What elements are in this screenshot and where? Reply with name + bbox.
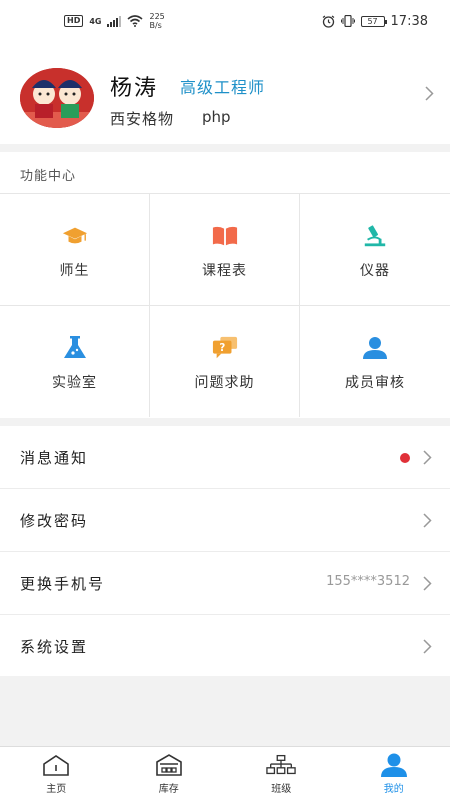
tab-label: 我的	[383, 784, 404, 795]
network-speed: 225 B/s	[149, 12, 164, 30]
status-left: HD 4G 225 B/s	[64, 12, 165, 30]
network-type: 4G	[89, 16, 102, 26]
profile-card[interactable]: 杨涛 高级工程师 西安格物 php	[0, 42, 450, 144]
speed-unit: B/s	[149, 21, 162, 30]
function-label: 实验室	[52, 375, 97, 391]
function-grid: 师生 课程表 仪器 实验室 ? 问题求助 成员审核	[0, 194, 450, 417]
function-help[interactable]: ? 问题求助	[150, 306, 300, 417]
battery-indicator: 57	[360, 15, 387, 27]
menu-label: 修改密码	[20, 511, 89, 530]
svg-text:?: ?	[219, 343, 225, 354]
menu-change-phone[interactable]: 更换手机号 155****3512	[0, 552, 450, 615]
function-label: 仪器	[360, 263, 390, 279]
chevron-right-icon	[423, 576, 432, 591]
user-dept: php	[202, 108, 231, 126]
function-laboratory[interactable]: 实验室	[0, 306, 150, 417]
chevron-right-icon	[423, 513, 432, 528]
function-instruments[interactable]: 仪器	[300, 194, 450, 306]
microscope-icon	[362, 224, 388, 248]
status-right: 57 17:38	[322, 14, 428, 29]
speed-value: 225	[149, 12, 165, 21]
function-center-title: 功能中心	[0, 152, 450, 194]
org-chart-icon	[266, 752, 296, 778]
cell-signal-icon	[107, 15, 122, 27]
vibrate-icon	[340, 15, 355, 27]
flask-icon	[62, 336, 88, 360]
clock: 17:38	[390, 13, 428, 29]
wifi-icon	[127, 15, 144, 27]
menu-messages[interactable]: 消息通知	[0, 426, 450, 489]
function-label: 问题求助	[194, 375, 255, 391]
user-name: 杨涛	[110, 76, 159, 101]
help-chat-icon: ?	[212, 336, 238, 360]
settings-menu: 消息通知 修改密码 更换手机号 155****3512 系统设置	[0, 426, 450, 676]
menu-system-settings[interactable]: 系统设置	[0, 615, 450, 678]
open-book-icon	[212, 224, 238, 248]
user-title: 高级工程师	[180, 78, 266, 97]
home-icon	[41, 752, 71, 778]
chevron-right-icon	[423, 450, 432, 465]
tab-label: 班级	[271, 784, 292, 795]
menu-change-password[interactable]: 修改密码	[0, 489, 450, 552]
tab-home[interactable]: 主页	[0, 747, 113, 800]
function-member-review[interactable]: 成员审核	[300, 306, 450, 417]
function-center: 功能中心 师生 课程表 仪器 实验室 ? 问题求助 成员审核	[0, 152, 450, 418]
hd-badge: HD	[64, 15, 84, 27]
avatar-image	[20, 68, 94, 128]
menu-label: 更换手机号	[20, 574, 106, 593]
alarm-icon	[322, 15, 334, 28]
graduation-cap-icon	[62, 224, 88, 248]
chevron-right-icon	[423, 639, 432, 654]
function-teachers-students[interactable]: 师生	[0, 194, 150, 306]
function-label: 师生	[59, 263, 90, 279]
tab-class[interactable]: 班级	[225, 747, 338, 800]
status-bar: HD 4G 225 B/s 57 17:38	[0, 0, 450, 42]
profile-icon	[379, 752, 409, 778]
user-org: 西安格物	[110, 110, 175, 128]
tab-label: 库存	[158, 784, 179, 795]
user-icon	[362, 336, 388, 360]
menu-label: 系统设置	[20, 638, 89, 656]
avatar[interactable]	[20, 68, 94, 128]
menu-label: 消息通知	[20, 448, 89, 467]
bottom-tab-bar: 主页 库存 班级 我的	[0, 746, 450, 800]
function-label: 成员审核	[345, 375, 405, 391]
tab-mine[interactable]: 我的	[338, 747, 450, 800]
function-label: 课程表	[202, 263, 247, 279]
chevron-right-icon	[425, 86, 434, 101]
unread-dot	[400, 453, 410, 463]
warehouse-icon	[154, 752, 184, 778]
tab-inventory[interactable]: 库存	[113, 747, 226, 800]
phone-number: 155****3512	[326, 574, 410, 589]
function-timetable[interactable]: 课程表	[150, 194, 300, 306]
tab-label: 主页	[46, 784, 67, 795]
